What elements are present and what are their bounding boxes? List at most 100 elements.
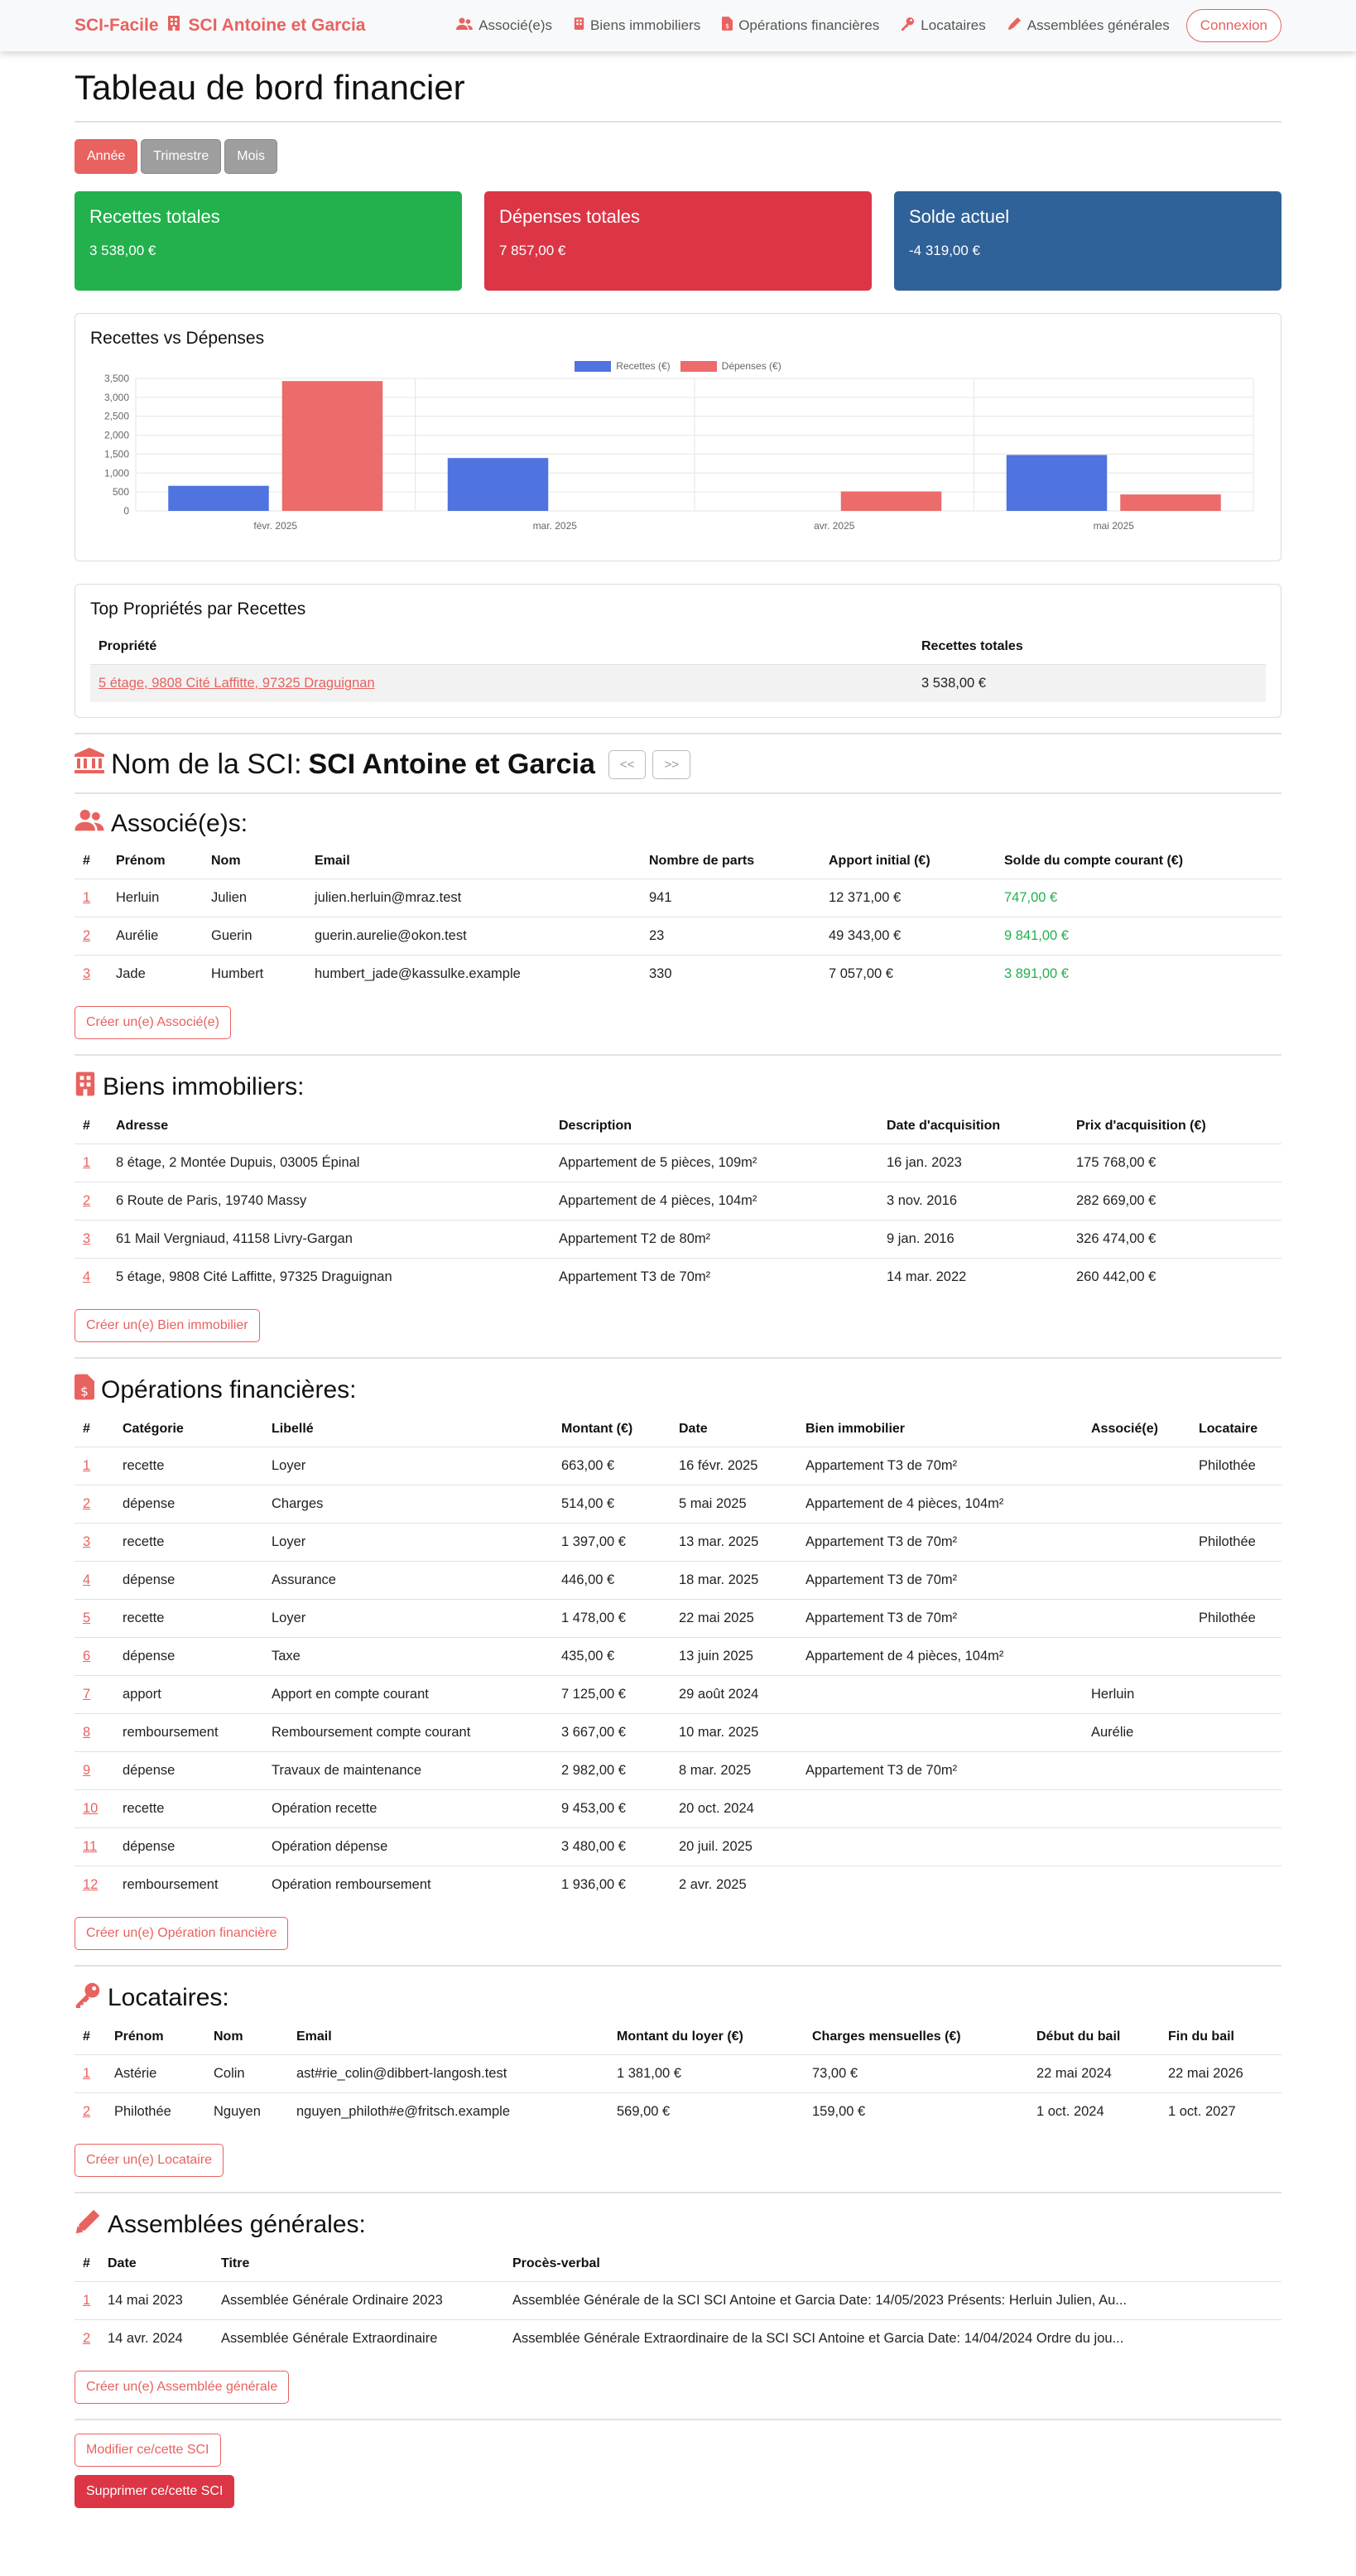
property-link[interactable]: 5 étage, 9808 Cité Laffitte, 97325 Dragu… (90, 664, 913, 702)
row-id-link[interactable]: 4 (83, 1572, 90, 1587)
table-row: 12 remboursement Opération remboursement 1 … (75, 1866, 1281, 1904)
row-id-link[interactable]: 1 (83, 890, 90, 905)
row-id-link[interactable]: 1 (83, 2293, 90, 2308)
nav-biens[interactable]: Biens immobiliers (574, 17, 700, 35)
delete-sci-button[interactable]: Supprimer ce/cette SCI (75, 2475, 235, 2508)
row-id-link[interactable]: 7 (83, 1687, 90, 1702)
nav-operations[interactable]: $ Opérations financières (722, 17, 879, 35)
row-id-link[interactable]: 6 (83, 1649, 90, 1664)
table-cell: 260 442,00 € (1068, 1258, 1281, 1296)
table-cell: 13 juin 2025 (671, 1637, 797, 1676)
row-id-link[interactable]: 10 (83, 1801, 98, 1816)
table-cell (1083, 1637, 1190, 1676)
table-row: 3 61 Mail Vergniaud, 41158 Livry-Gargan Ap… (75, 1220, 1281, 1259)
table-cell: remboursement (114, 1713, 263, 1752)
table-cell: 747,00 € (996, 879, 1281, 917)
row-id-link[interactable]: 1 (83, 1155, 90, 1170)
column-header: # (83, 1422, 90, 1436)
table-cell: Assurance (263, 1561, 553, 1600)
row-id-link[interactable]: 4 (83, 1269, 90, 1284)
sci-title-name: SCI Antoine et Garcia (308, 748, 595, 780)
row-id-link[interactable]: 3 (83, 1231, 90, 1246)
balance-card-value: -4 319,00 € (909, 243, 981, 258)
table-cell: Aurélie (1083, 1713, 1190, 1752)
row-id-link[interactable]: 3 (83, 966, 90, 981)
associes-section-title: Associé(e)s: (75, 809, 1281, 839)
create-associe-button[interactable]: Créer un(e) Associé(e) (75, 1006, 231, 1039)
table-row: 4 5 étage, 9808 Cité Laffitte, 97325 Drag… (75, 1258, 1281, 1296)
table-cell: 282 669,00 € (1068, 1182, 1281, 1221)
users-icon (75, 809, 104, 839)
nav-locataires[interactable]: Locataires (901, 17, 986, 35)
table-cell: 2 (75, 2092, 106, 2131)
balance-card-label: Solde actuel (909, 206, 1010, 227)
column-header: # (83, 2256, 90, 2270)
column-header: # (83, 1119, 90, 1133)
login-button[interactable]: Connexion (1185, 9, 1281, 42)
create-locataire-button[interactable]: Créer un(e) Locataire (75, 2144, 224, 2177)
table-cell: Remboursement compte courant (263, 1713, 553, 1752)
navbar: SCI-Facile SCI Antoine et Garcia Associé… (0, 0, 1356, 51)
table-cell: 14 mai 2023 (99, 2281, 213, 2320)
chart-panel: Recettes vs Dépenses Recettes (€) Dépens… (75, 313, 1281, 561)
row-id-link[interactable]: 2 (83, 928, 90, 943)
table-row: 2 6 Route de Paris, 19740 Massy Appartemen… (75, 1182, 1281, 1221)
table-cell: 9 841,00 € (996, 917, 1281, 956)
period-year-button[interactable]: Année (75, 139, 138, 174)
edit-sci-button[interactable]: Modifier ce/cette SCI (75, 2434, 221, 2467)
row-id-link[interactable]: 8 (83, 1725, 90, 1740)
table-cell: julien.herluin@mraz.test (306, 879, 641, 917)
table-row: 5 étage, 9808 Cité Laffitte, 97325 Dragu… (90, 664, 1266, 702)
nav-assemblees[interactable]: Assemblées générales (1007, 17, 1170, 35)
table-cell: 29 août 2024 (671, 1675, 797, 1714)
row-id-link[interactable]: 11 (83, 1839, 97, 1854)
row-id-link[interactable]: 2 (83, 2331, 90, 2346)
divider (75, 792, 1281, 794)
row-id-link[interactable]: 1 (83, 2066, 90, 2081)
table-cell (1083, 1485, 1190, 1524)
sci-name[interactable]: SCI Antoine et Garcia (189, 16, 366, 36)
legend-item-depenses[interactable]: Dépenses (€) (680, 360, 781, 373)
row-id-link[interactable]: 1 (83, 1458, 90, 1473)
table-cell: 569,00 € (608, 2092, 804, 2131)
row-id-link[interactable]: 2 (83, 1496, 90, 1511)
previous-sci-button[interactable]: << (608, 749, 647, 779)
table-cell: Philothée (106, 2092, 205, 2131)
table-row: 2 dépense Charges 514,00 €5 mai 2025 Apparte… (75, 1485, 1281, 1524)
period-month-button[interactable]: Mois (224, 139, 278, 174)
table-row: 1 14 mai 2023 Assemblée Générale Ordinaire… (75, 2281, 1281, 2320)
app-name[interactable]: SCI-Facile (75, 16, 159, 36)
table-row: 4 dépense Assurance 446,00 €18 mar. 2025 App… (75, 1561, 1281, 1600)
column-header: Email (315, 854, 350, 868)
property-link-text[interactable]: 5 étage, 9808 Cité Laffitte, 97325 Dragu… (99, 676, 375, 691)
create-assemblee-button[interactable]: Créer un(e) Assemblée générale (75, 2371, 290, 2404)
users-icon (456, 17, 474, 35)
column-header: Fin du bail (1168, 2030, 1234, 2044)
next-sci-button[interactable]: >> (652, 749, 690, 779)
row-id-link[interactable]: 9 (83, 1763, 90, 1778)
legend-item-recettes[interactable]: Recettes (€) (575, 360, 671, 373)
period-quarter-button[interactable]: Trimestre (141, 139, 222, 174)
row-id-link[interactable]: 12 (83, 1877, 98, 1892)
brand[interactable]: SCI-Facile SCI Antoine et Garcia (75, 15, 365, 36)
table-cell: Opération dépense (263, 1827, 553, 1866)
table-row: 1 8 étage, 2 Montée Dupuis, 03005 Épinal A… (75, 1144, 1281, 1182)
row-id-link[interactable]: 2 (83, 1193, 90, 1208)
table-cell: 49 343,00 € (820, 917, 996, 956)
table-cell: Aurélie (108, 917, 203, 956)
revenue-card: Recettes totales 3 538,00 € (75, 191, 462, 291)
row-id-link[interactable]: 3 (83, 1534, 90, 1549)
nav-associes[interactable]: Associé(e)s (456, 17, 552, 35)
table-cell: 9 (75, 1751, 114, 1790)
table-cell: 435,00 € (553, 1637, 671, 1676)
column-header: Locataire (1199, 1422, 1258, 1436)
y-tick-label: 0 (123, 505, 129, 517)
create-bien-button[interactable]: Créer un(e) Bien immobilier (75, 1309, 260, 1342)
column-header: Apport initial (€) (829, 854, 930, 868)
table-cell: 5 étage, 9808 Cité Laffitte, 97325 Dragu… (108, 1258, 551, 1296)
row-id-link[interactable]: 2 (83, 2104, 90, 2119)
create-operation-button[interactable]: Créer un(e) Opération financière (75, 1917, 289, 1950)
column-header: Date d'acquisition (887, 1119, 1001, 1133)
row-id-link[interactable]: 5 (83, 1611, 90, 1625)
table-cell: 1 (75, 1447, 114, 1485)
